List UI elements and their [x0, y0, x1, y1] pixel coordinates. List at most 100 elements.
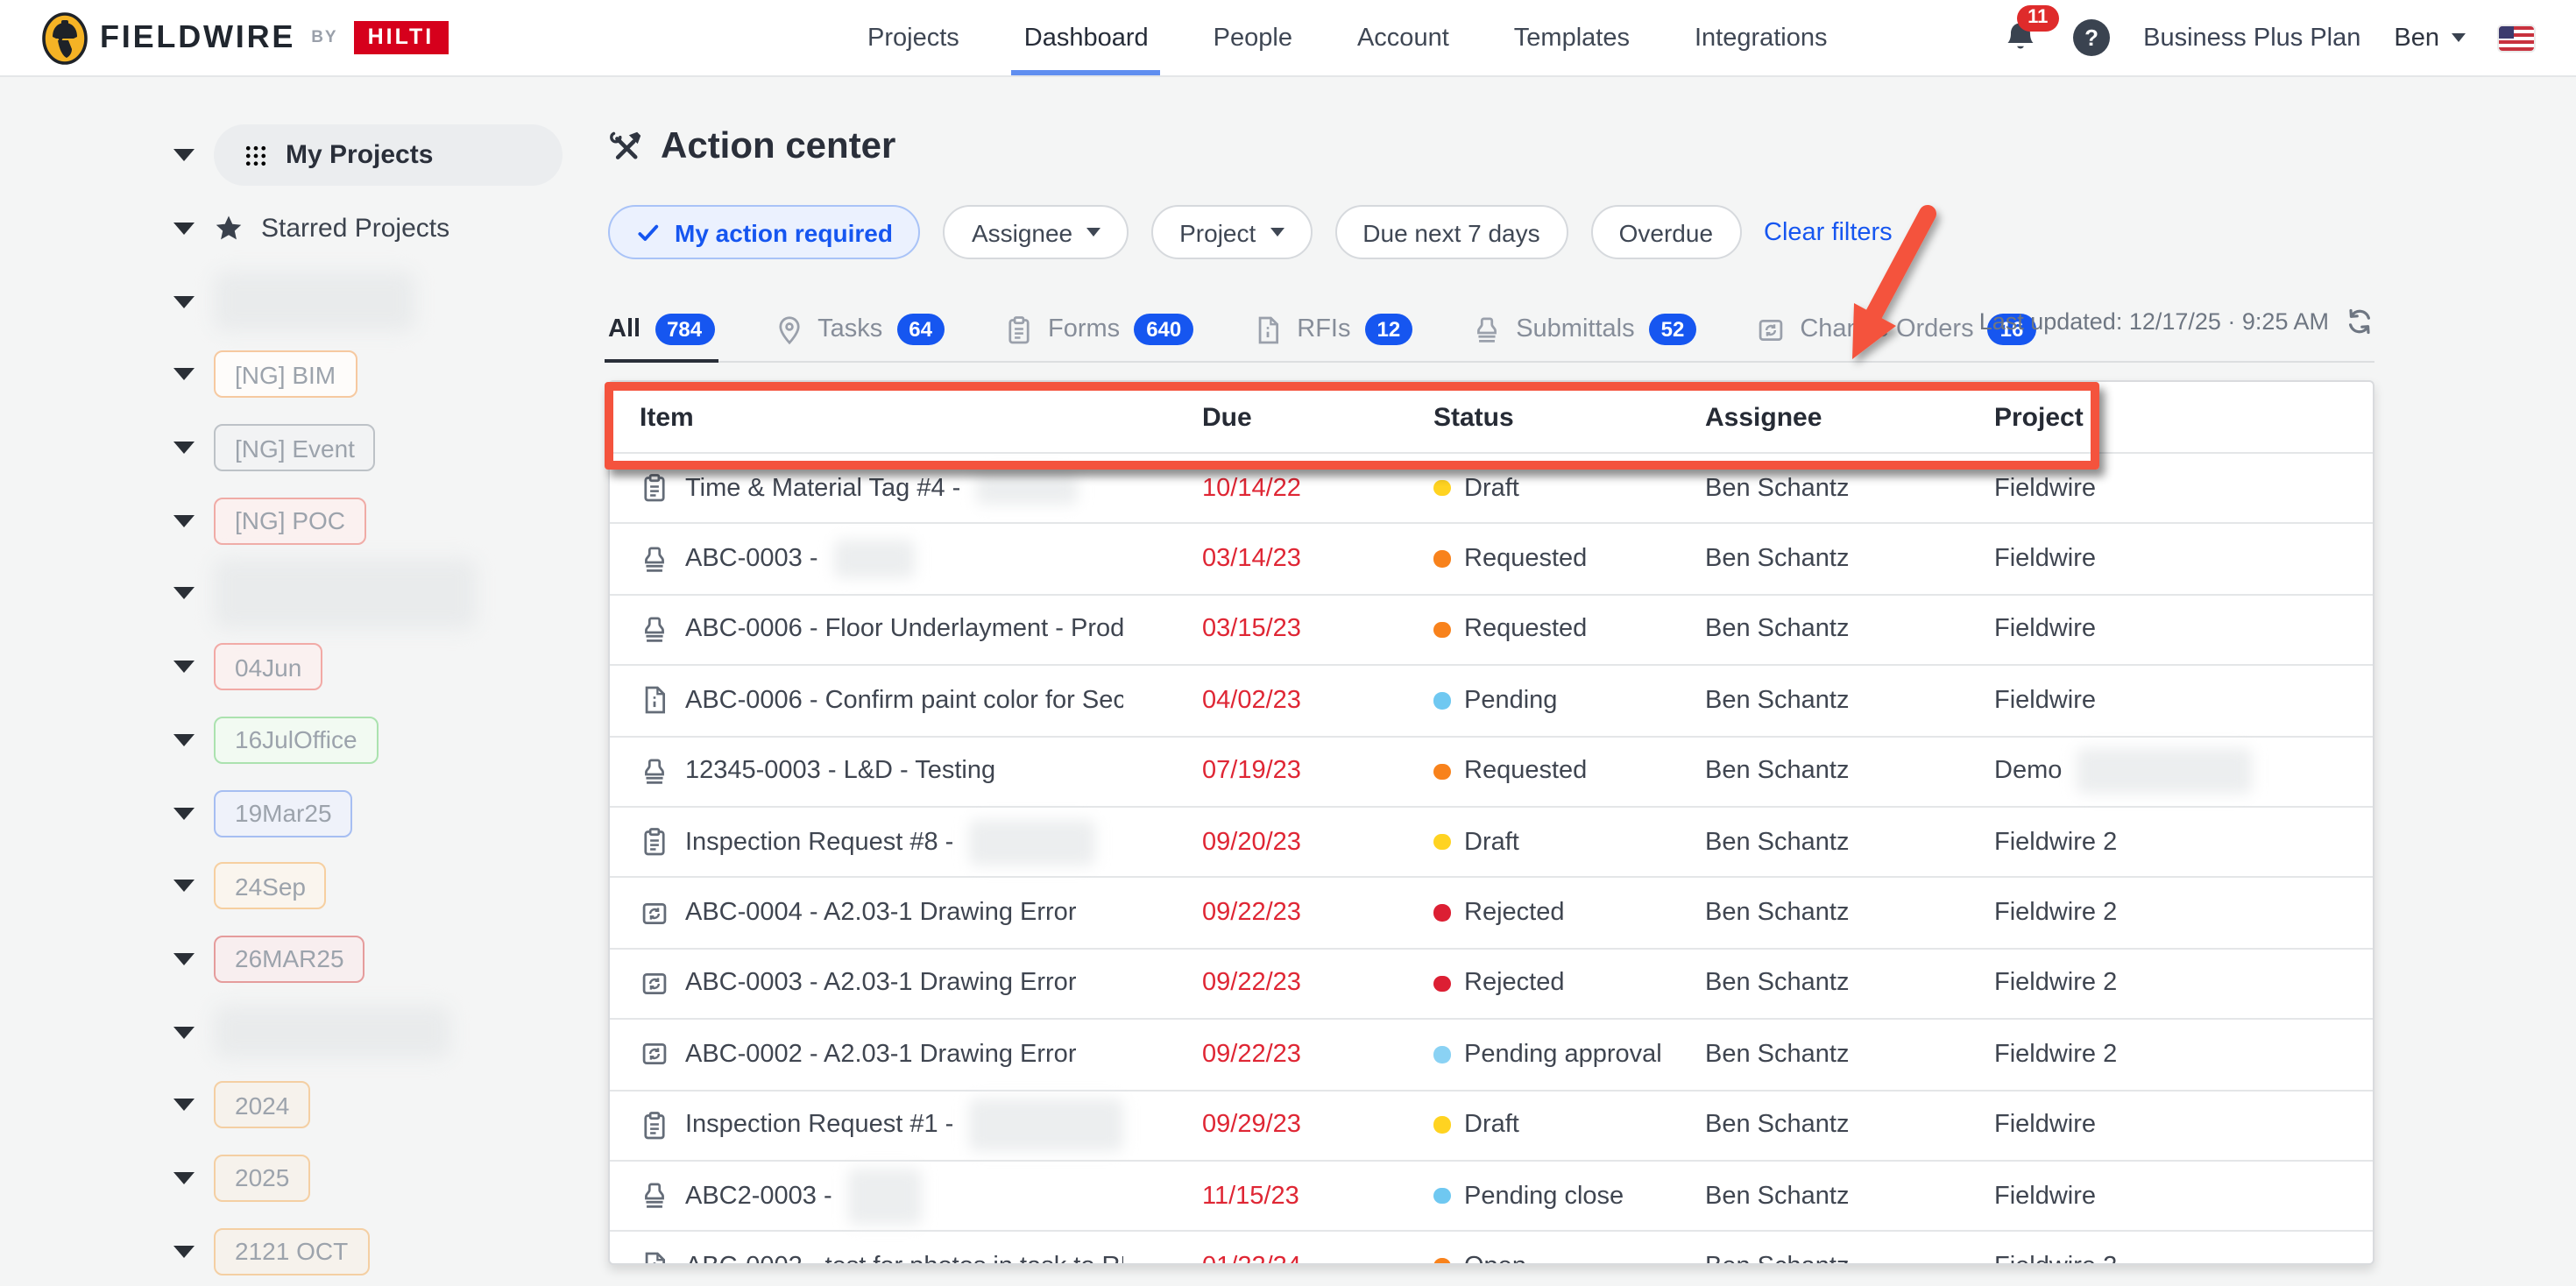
nav-dashboard[interactable]: Dashboard [1024, 0, 1149, 75]
plan-label: Business Plus Plan [2143, 24, 2360, 52]
sidebar-row [0, 265, 608, 338]
table-row[interactable]: ABC-0004 - A2.03-1 Drawing Error09/22/23… [610, 877, 2373, 948]
filter-due-next-7-days[interactable]: Due next 7 days [1334, 205, 1568, 259]
us-flag-icon[interactable] [2499, 25, 2534, 50]
table-row[interactable]: Time & Material Tag #4 -10/14/22DraftBen… [610, 452, 2373, 523]
tab-forms[interactable]: Forms640 [1004, 298, 1193, 361]
chevron-down-icon[interactable] [173, 442, 195, 454]
chevron-down-icon[interactable] [173, 880, 195, 892]
table-row[interactable]: ABC-0002 - test for photos in task to RF… [610, 1231, 2373, 1265]
chevron-down-icon[interactable] [173, 515, 195, 527]
nav-templates[interactable]: Templates [1514, 0, 1630, 75]
due-cell: 11/15/23 [1202, 1182, 1433, 1210]
chevron-down-icon[interactable] [173, 1099, 195, 1112]
project-cell: Fieldwire 2 [1994, 970, 2373, 998]
notifications-button[interactable]: 11 [2001, 18, 2040, 57]
column-header-item[interactable]: Item [610, 402, 1202, 432]
nav-integrations[interactable]: Integrations [1695, 0, 1828, 75]
fieldwire-logo[interactable]: FIELDWIRE BY HILTI [42, 0, 448, 75]
table-row[interactable]: ABC2-0003 - 11/15/23 Pending closeBen Scha… [610, 1160, 2373, 1231]
sidebar-item-2024[interactable]: 2024 [214, 1082, 310, 1129]
change-order-icon [1756, 314, 1786, 344]
due-date: 10/14/22 [1202, 474, 1301, 502]
assignee-cell: Ben Schantz [1705, 1182, 1994, 1210]
table-row[interactable]: 12345-0003 - L&D - Testing07/19/23Reques… [610, 735, 2373, 806]
tab-tasks[interactable]: Tasks64 [774, 298, 945, 361]
status-dot [1433, 551, 1450, 568]
chevron-down-icon [1270, 228, 1284, 237]
due-cell: 09/20/23 [1202, 828, 1433, 856]
table-row[interactable]: Inspection Request #8 -09/20/23DraftBen … [610, 806, 2373, 877]
sidebar-item-2121-oct[interactable]: 2121 OCT [214, 1227, 369, 1275]
chevron-down-icon[interactable] [173, 588, 195, 600]
project-cell: Fieldwire 2 [1994, 1041, 2373, 1069]
status-dot [1433, 1258, 1450, 1265]
sidebar-item-ng-event[interactable]: [NG] Event [214, 424, 376, 471]
sidebar-item-16juloffice[interactable]: 16JulOffice [214, 717, 379, 764]
tab-all[interactable]: All784 [608, 298, 714, 361]
table-row[interactable]: ABC-0002 - A2.03-1 Drawing Error09/22/23… [610, 1018, 2373, 1089]
tab-rfis[interactable]: RFIs12 [1253, 298, 1412, 361]
chevron-down-icon[interactable] [173, 661, 195, 673]
sidebar-item-my-projects[interactable]: My Projects [214, 125, 563, 187]
nav-projects[interactable]: Projects [867, 0, 959, 75]
filter-my-action-required[interactable]: My action required [608, 205, 921, 259]
item-title: ABC2-0003 - [685, 1182, 832, 1210]
filter-label: Assignee [972, 218, 1072, 246]
sidebar-item-04jun[interactable]: 04Jun [214, 643, 322, 690]
table-row[interactable]: ABC-0006 - Floor Underlayment - Product … [610, 594, 2373, 665]
due-cell: 09/22/23 [1202, 970, 1433, 998]
sidebar-item-ng-bim[interactable]: [NG] BIM [214, 351, 357, 399]
sidebar-item-26mar25[interactable]: 26MAR25 [214, 936, 365, 983]
change-order-icon [640, 898, 669, 928]
last-updated-text: Last updated: 12/17/25 · 9:25 AM [1979, 308, 2329, 335]
redacted-text [834, 540, 915, 578]
assignee-cell: Ben Schantz [1705, 758, 1994, 786]
chevron-down-icon [2452, 33, 2466, 42]
tab-count-badge: 784 [655, 314, 714, 346]
table-row[interactable]: ABC-0003 - A2.03-1 Drawing Error09/22/23… [610, 947, 2373, 1018]
column-header-status[interactable]: Status [1433, 402, 1705, 432]
due-date: 11/15/23 [1202, 1182, 1299, 1210]
chevron-down-icon[interactable] [173, 1172, 195, 1184]
sidebar-item-24sep[interactable]: 24Sep [214, 862, 327, 909]
refresh-icon[interactable] [2345, 307, 2374, 336]
sidebar-item-2025[interactable]: 2025 [214, 1155, 310, 1202]
chevron-down-icon[interactable] [173, 150, 195, 162]
column-header-assignee[interactable]: Assignee [1705, 402, 1994, 432]
chevron-down-icon[interactable] [173, 223, 195, 235]
filter-overdue[interactable]: Overdue [1591, 205, 1741, 259]
status-cell: Rejected [1433, 899, 1705, 927]
filter-project[interactable]: Project [1151, 205, 1312, 259]
clear-filters-link[interactable]: Clear filters [1764, 218, 1893, 246]
nav-people[interactable]: People [1214, 0, 1292, 75]
chevron-down-icon[interactable] [173, 369, 195, 381]
chevron-down-icon[interactable] [173, 734, 195, 746]
tab-submittals[interactable]: Submittals52 [1472, 298, 1696, 361]
chevron-down-icon[interactable] [173, 1026, 195, 1038]
project-cell: Fieldwire [1994, 687, 2373, 715]
user-menu[interactable]: Ben [2394, 24, 2466, 52]
status-dot [1433, 480, 1450, 497]
chevron-down-icon[interactable] [173, 295, 195, 307]
table-row[interactable]: Inspection Request #1 -09/29/23DraftBen … [610, 1089, 2373, 1160]
nav-account[interactable]: Account [1357, 0, 1449, 75]
sidebar-item-ng-poc[interactable]: [NG] POC [214, 498, 366, 545]
sidebar-item-19mar25[interactable]: 19Mar25 [214, 789, 353, 837]
status-cell: Requested [1433, 616, 1705, 644]
rfi-icon [640, 1252, 669, 1265]
chevron-down-icon[interactable] [173, 1245, 195, 1257]
table-row[interactable]: ABC-0003 -03/14/23RequestedBen SchantzFi… [610, 523, 2373, 594]
column-header-due[interactable]: Due [1202, 402, 1433, 432]
clipboard-icon [640, 1110, 669, 1140]
sidebar-item-starred-projects[interactable]: Starred Projects [214, 214, 449, 244]
table-row[interactable]: ABC-0006 - Confirm paint color for Secon… [610, 664, 2373, 735]
status-cell: Requested [1433, 758, 1705, 786]
column-header-project[interactable]: Project [1994, 402, 2373, 432]
filter-assignee[interactable]: Assignee [944, 205, 1129, 259]
status-cell: Pending close [1433, 1182, 1705, 1210]
chevron-down-icon[interactable] [173, 807, 195, 819]
help-button[interactable]: ? [2073, 19, 2110, 56]
chevron-down-icon[interactable] [173, 953, 195, 965]
sidebar-item-label: Starred Projects [261, 214, 449, 244]
